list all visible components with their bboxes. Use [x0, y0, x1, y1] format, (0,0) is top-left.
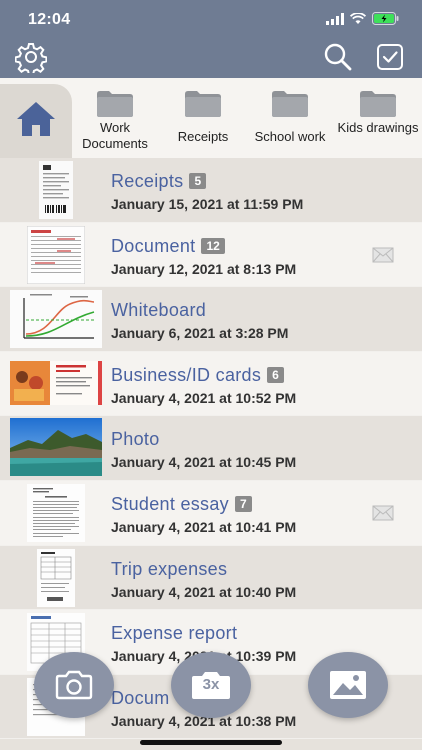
search-icon: [324, 43, 352, 71]
folder-label: Receipts: [177, 129, 229, 144]
document-date: January 4, 2021 at 10:40 PM: [111, 583, 297, 600]
document-date: January 15, 2021 at 11:59 PM: [111, 196, 304, 212]
document-thumbnail: [27, 225, 85, 284]
document-date: January 4, 2021 at 10:41 PM: [111, 518, 297, 535]
battery-icon: [372, 12, 399, 25]
document-thumbnail: [39, 161, 73, 219]
page-count-badge: 12: [201, 237, 225, 254]
folder-school-work[interactable]: School work: [246, 90, 334, 156]
home-tab[interactable]: [0, 84, 72, 162]
document-date: January 4, 2021 at 10:45 PM: [111, 454, 297, 471]
document-date: January 4, 2021 at 10:52 PM: [111, 389, 297, 406]
document-row[interactable]: Photo January 4, 2021 at 10:45 PM: [0, 416, 422, 481]
whiteboard-thumbnail-icon: [10, 290, 102, 349]
document-thumbnail: [37, 548, 75, 607]
document-title: Student essay 7: [111, 494, 252, 515]
document-date: January 6, 2021 at 3:28 PM: [111, 325, 289, 342]
home-icon: [17, 102, 55, 136]
document-row[interactable]: Receipts 5 January 15, 2021 at 11:59 PM: [0, 158, 422, 223]
folder-label: Kids drawings: [337, 120, 419, 135]
document-title: Trip expenses: [111, 558, 228, 579]
mail-icon[interactable]: [372, 247, 394, 263]
folder-icon: [97, 91, 133, 117]
status-bar: 12:04: [0, 0, 422, 40]
folder-icon: [360, 91, 396, 117]
document-title: Business/ID cards 6: [111, 365, 284, 386]
gear-icon: [15, 43, 47, 73]
search-button[interactable]: [320, 40, 356, 74]
document-row[interactable]: Trip expenses January 4, 2021 at 10:40 P…: [0, 545, 422, 611]
folder-label: Work Documents: [82, 120, 148, 151]
folder-icon: [185, 91, 221, 117]
landscape-photo-thumbnail-icon: [10, 418, 102, 477]
settings-button[interactable]: [13, 40, 49, 74]
folder-label: School work: [254, 129, 326, 144]
document-title: Photo: [111, 429, 160, 450]
document-date: January 12, 2021 at 8:13 PM: [111, 260, 297, 277]
wifi-icon: [350, 12, 366, 24]
folder-icon: [272, 91, 308, 117]
business-card-thumbnail-icon: [10, 360, 102, 405]
form-thumbnail-icon: [27, 225, 85, 284]
select-button[interactable]: [372, 40, 408, 74]
camera-icon: [55, 670, 93, 700]
home-indicator: [140, 740, 282, 745]
signal-icon: [326, 12, 344, 25]
batch-count-label: 3x: [202, 676, 220, 693]
document-thumbnail: [27, 483, 85, 542]
document-row[interactable]: Student essay 7 January 4, 2021 at 10:41 …: [0, 480, 422, 546]
mail-icon[interactable]: [372, 505, 394, 521]
document-title: Document 12: [111, 236, 225, 257]
document-title: Expense report: [111, 623, 238, 644]
status-icons: [326, 12, 400, 25]
essay-thumbnail-icon: [27, 483, 85, 542]
document-title: Docum: [111, 687, 170, 708]
document-row[interactable]: Whiteboard January 6, 2021 at 3:28 PM: [0, 287, 422, 352]
page-count-badge: 5: [189, 173, 207, 189]
app-header: 12:04: [0, 0, 422, 78]
page-count-badge: 6: [267, 366, 284, 383]
expense-sheet-thumbnail-icon: [37, 548, 75, 607]
page-count-badge: 7: [234, 495, 252, 512]
import-image-button[interactable]: [308, 652, 388, 718]
folder-kids-drawings[interactable]: Kids drawings: [334, 90, 422, 156]
document-thumbnail: [10, 360, 102, 405]
folder-work-documents[interactable]: Work Documents: [71, 90, 159, 156]
image-icon: [330, 671, 366, 699]
status-time: 12:04: [28, 11, 71, 28]
document-title: Whiteboard: [111, 300, 207, 321]
batch-scan-button[interactable]: 3x: [171, 652, 251, 718]
document-title: Receipts 5: [111, 171, 207, 192]
document-thumbnail: [10, 290, 102, 349]
document-row[interactable]: Business/ID cards 6 January 4, 2021 at 10…: [0, 351, 422, 417]
select-checkbox-icon: [377, 44, 403, 70]
document-row[interactable]: Document 12 January 12, 2021 at 8:13 PM: [0, 222, 422, 288]
document-thumbnail: [10, 418, 102, 477]
receipt-thumbnail-icon: [39, 161, 73, 219]
folder-receipts[interactable]: Receipts: [159, 90, 247, 156]
camera-button[interactable]: [34, 652, 114, 718]
